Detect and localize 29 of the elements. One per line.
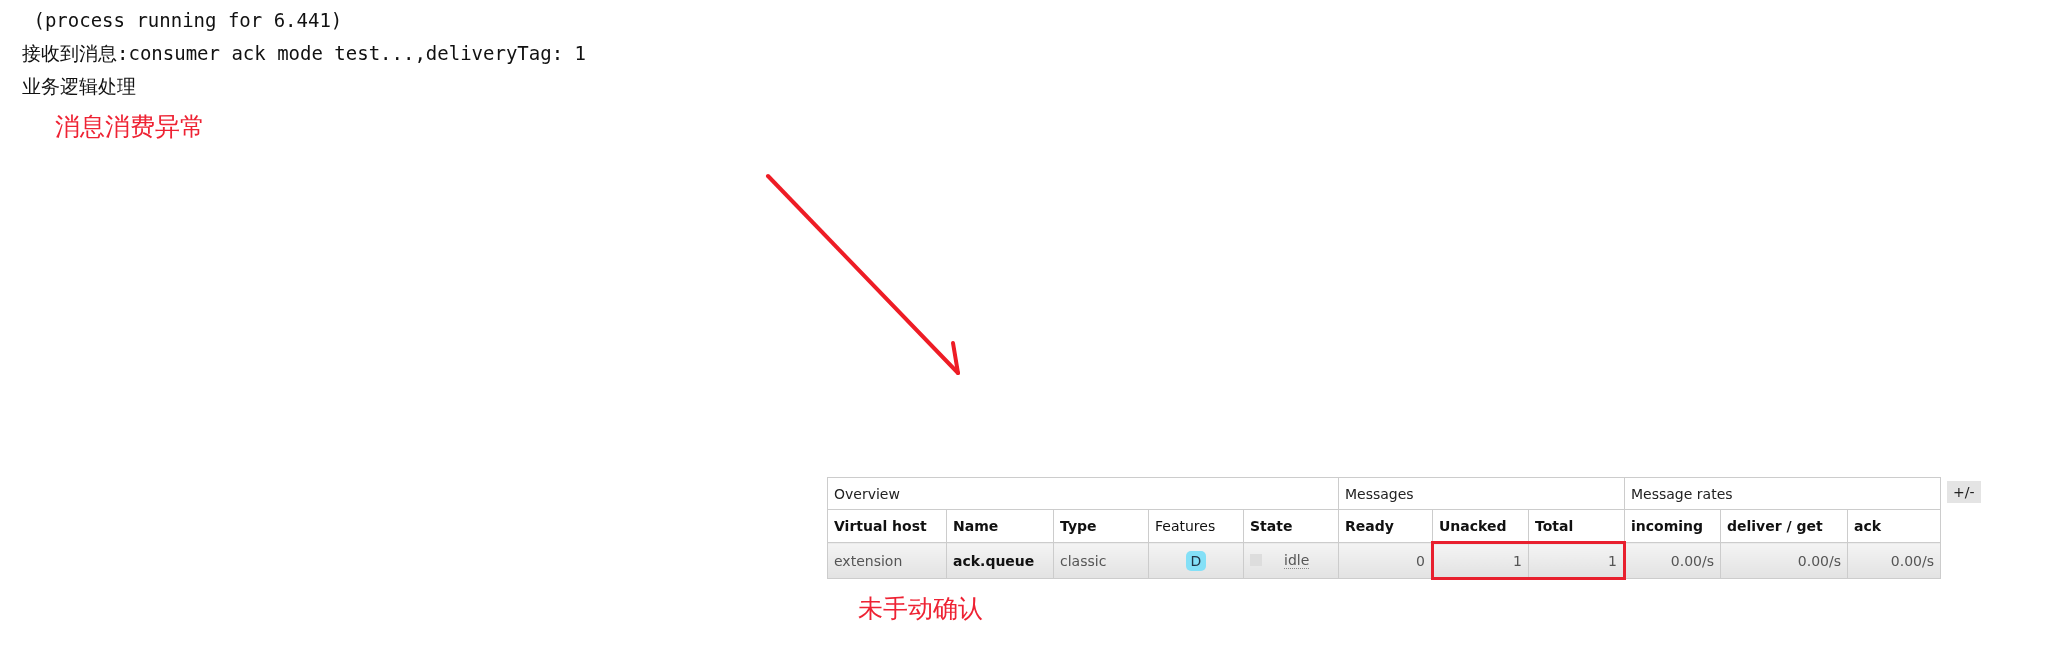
annotation-label: 未手动确认 bbox=[858, 593, 983, 625]
table-cell: 1 bbox=[1528, 542, 1625, 579]
column-group-header: Messages bbox=[1338, 477, 1625, 510]
console-line: 业务逻辑处理 bbox=[22, 74, 137, 98]
feature-badge: D bbox=[1185, 550, 1207, 571]
state-text: idle bbox=[1284, 551, 1310, 569]
column-header: Type bbox=[1053, 509, 1149, 543]
table-cell: 0.00/s bbox=[1847, 542, 1941, 579]
table-cell: ack.queue bbox=[946, 542, 1054, 579]
table-cell: 0.00/s bbox=[1720, 542, 1848, 579]
table-cell: 1 bbox=[1432, 542, 1529, 579]
column-group-header: Overview bbox=[827, 477, 1339, 510]
table-cell: extension bbox=[827, 542, 947, 579]
annotation-label: 消息消费异常 bbox=[55, 111, 205, 143]
column-header: Name bbox=[946, 509, 1054, 543]
table-cell: 0 bbox=[1338, 542, 1433, 579]
column-header: deliver / get bbox=[1720, 509, 1848, 543]
column-header: incoming bbox=[1624, 509, 1721, 543]
column-header: Features bbox=[1148, 509, 1244, 543]
console-line: 接收到消息:consumer ack mode test...,deliveryTag: 1 bbox=[22, 41, 587, 65]
toggle-columns-button[interactable]: +/- bbox=[1947, 481, 1981, 503]
column-header: Virtual host bbox=[827, 509, 947, 543]
table-cell: classic bbox=[1053, 542, 1149, 579]
column-header: Ready bbox=[1338, 509, 1433, 543]
table-cell: 0.00/s bbox=[1624, 542, 1721, 579]
column-header: ack bbox=[1847, 509, 1941, 543]
console-line: (process running for 6.441) bbox=[32, 8, 344, 32]
column-group-header: Message rates bbox=[1624, 477, 1941, 510]
column-header: State bbox=[1243, 509, 1339, 543]
